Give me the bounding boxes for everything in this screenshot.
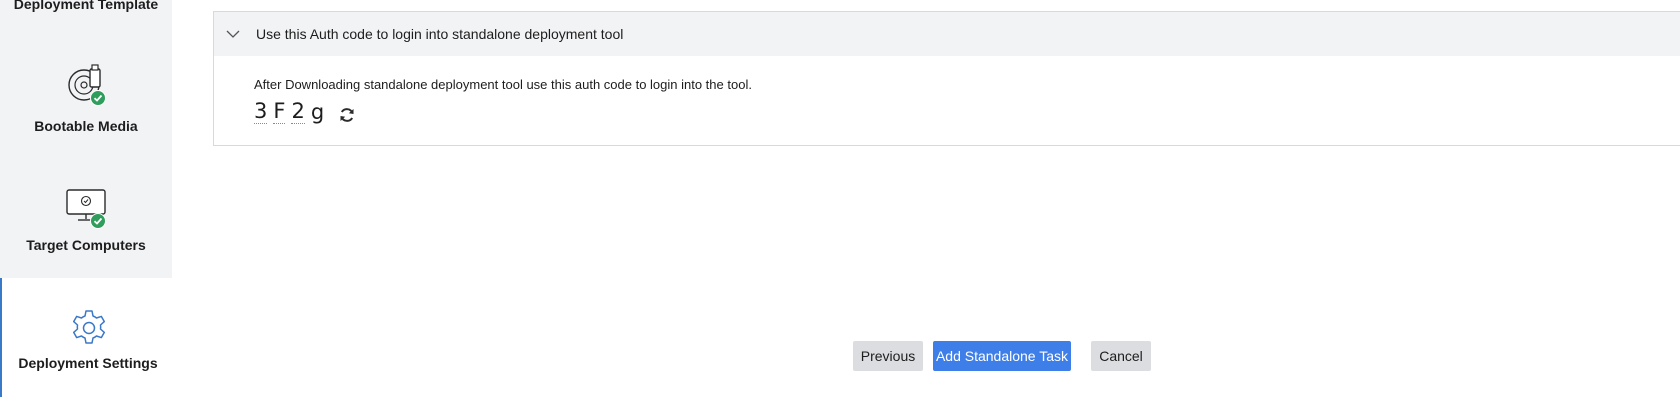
step-label: Deployment Template <box>13 0 159 12</box>
auth-code-char: g <box>310 100 325 124</box>
check-icon <box>90 90 106 106</box>
gear-icon <box>66 308 112 354</box>
wizard-sidebar: Deployment Template Bootable Media Targe… <box>0 0 172 397</box>
auth-code-char: F <box>273 99 286 124</box>
auth-code: 3 F 2 g <box>254 98 1680 124</box>
auth-code-description: After Downloading standalone deployment … <box>254 77 752 92</box>
cancel-button[interactable]: Cancel <box>1091 341 1151 371</box>
step-label: Deployment Settings <box>18 355 158 371</box>
auth-code-panel-header[interactable]: Use this Auth code to login into standal… <box>214 12 1680 56</box>
auth-code-panel-body: After Downloading standalone deployment … <box>214 56 1680 124</box>
monitor-icon <box>64 187 110 233</box>
step-bootable-media[interactable]: Bootable Media <box>0 38 172 161</box>
add-standalone-task-button[interactable]: Add Standalone Task <box>933 341 1071 371</box>
auth-code-char: 3 <box>254 99 268 124</box>
chevron-down-icon[interactable] <box>224 25 242 43</box>
bootable-media-icon <box>64 63 110 109</box>
step-deployment-template[interactable]: Deployment Template <box>0 0 172 38</box>
auth-code-panel: Use this Auth code to login into standal… <box>213 11 1680 146</box>
previous-button[interactable]: Previous <box>853 341 923 371</box>
step-label: Bootable Media <box>34 118 138 134</box>
auth-code-char: 2 <box>291 99 305 124</box>
refresh-icon[interactable] <box>338 106 356 124</box>
auth-code-panel-title: Use this Auth code to login into standal… <box>256 26 624 42</box>
check-icon <box>90 213 106 229</box>
step-target-computers[interactable]: Target Computers <box>0 161 172 278</box>
step-label: Target Computers <box>26 237 146 253</box>
step-deployment-settings[interactable]: Deployment Settings <box>0 278 172 397</box>
